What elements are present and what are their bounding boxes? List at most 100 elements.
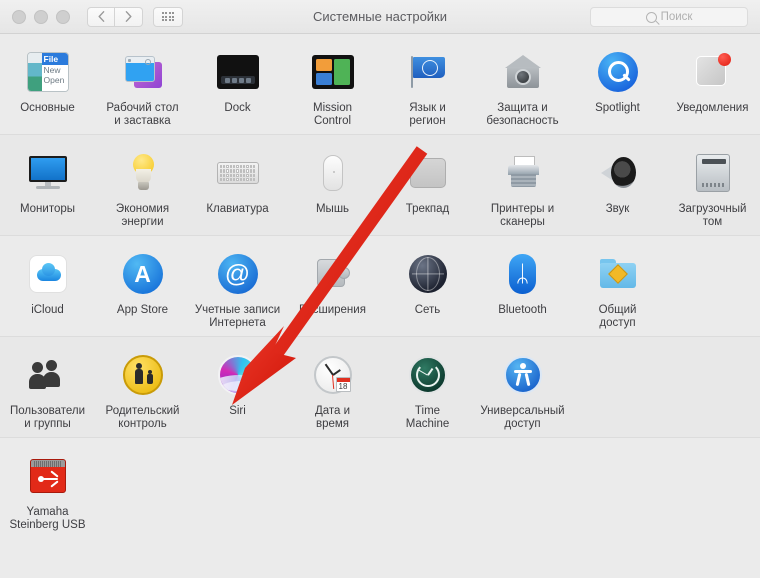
accessibility-icon — [499, 351, 547, 399]
search-icon — [645, 11, 657, 23]
pref-pane-energy-saver[interactable]: Экономия энергии — [95, 145, 190, 229]
navigation-buttons — [87, 6, 143, 27]
pref-pane-yamaha-steinberg-usb[interactable]: Yamaha Steinberg USB — [0, 448, 95, 532]
calendar-page: 18 — [335, 377, 351, 392]
close-button[interactable] — [12, 9, 26, 24]
pref-pane-label: Spotlight — [595, 102, 640, 114]
displays-icon — [24, 149, 72, 197]
pref-pane-startup-disk[interactable]: Загрузочный том — [665, 145, 760, 229]
pref-pane-general[interactable]: File New Open Основные — [0, 44, 95, 128]
siri-icon — [214, 351, 262, 399]
pref-pane-label: Пользователи и группы — [9, 405, 86, 430]
pref-pane-security-privacy[interactable]: Защита и безопасность — [475, 44, 570, 128]
chevron-left-icon — [98, 11, 104, 22]
yamaha-usb-icon — [24, 452, 72, 500]
bluetooth-icon: ᛦ — [499, 250, 547, 298]
pref-pane-label: Уведомления — [676, 102, 749, 114]
parental-controls-icon — [119, 351, 167, 399]
sound-icon — [594, 149, 642, 197]
minimize-button[interactable] — [34, 9, 48, 24]
notifications-icon — [689, 48, 737, 96]
pref-pane-desktop-screensaver[interactable]: Рабочий стол и заставка — [95, 44, 190, 128]
icloud-icon — [24, 250, 72, 298]
notification-badge — [717, 53, 731, 66]
system-preferences-window: Системные настройки Поиск File New Open — [0, 0, 760, 578]
pref-pane-keyboard[interactable]: Клавиатура — [190, 145, 285, 229]
app-store-icon: A — [119, 250, 167, 298]
pref-pane-trackpad[interactable]: Трекпад — [380, 145, 475, 229]
pref-pane-displays[interactable]: Мониторы — [0, 145, 95, 229]
pref-pane-label: Dock — [224, 102, 251, 114]
row-internet: iCloud A App Store @ Учетные записи Инте… — [0, 236, 760, 337]
zoom-button[interactable] — [56, 9, 70, 24]
search-placeholder: Поиск — [660, 11, 693, 23]
general-icon: File New Open — [24, 48, 72, 96]
pref-pane-label: Учетные записи Интернета — [194, 304, 281, 329]
general-icon-item1: New — [43, 65, 61, 75]
row-hardware: Мониторы Экономия энергии Клавиатура Мыш… — [0, 135, 760, 236]
pref-pane-language-region[interactable]: Язык и регион — [380, 44, 475, 128]
pref-pane-notifications[interactable]: Уведомления — [665, 44, 760, 128]
at-glyph: @ — [217, 254, 258, 294]
keyboard-icon — [214, 149, 262, 197]
pref-pane-label: Клавиатура — [206, 203, 269, 215]
show-all-button[interactable] — [153, 6, 183, 27]
pref-pane-internet-accounts[interactable]: @ Учетные записи Интернета — [190, 246, 285, 330]
time-machine-icon — [404, 351, 452, 399]
forward-button[interactable] — [115, 6, 143, 27]
pref-pane-bluetooth[interactable]: ᛦ Bluetooth — [475, 246, 570, 330]
mission-control-icon — [309, 48, 357, 96]
pref-pane-sharing[interactable]: Общий доступ — [570, 246, 665, 330]
pref-pane-siri[interactable]: Siri — [190, 347, 285, 431]
search-field[interactable]: Поиск — [590, 7, 748, 27]
pref-pane-label: Расширения — [299, 304, 366, 316]
row-personal: File New Open Основные Рабочий стол и за… — [0, 34, 760, 135]
pref-pane-label: Принтеры и сканеры — [490, 203, 555, 228]
pref-pane-label: Дата и время — [314, 405, 351, 430]
traffic-lights — [12, 9, 70, 24]
date-time-icon: 18 — [309, 351, 357, 399]
pref-pane-users-groups[interactable]: Пользователи и группы — [0, 347, 95, 431]
pref-pane-label: Сеть — [414, 304, 441, 316]
pref-pane-network[interactable]: Сеть — [380, 246, 475, 330]
pref-pane-label: Универсальный доступ — [480, 405, 565, 430]
printers-scanners-icon — [499, 149, 547, 197]
pref-pane-label: Родительский контроль — [105, 405, 180, 430]
pref-pane-label: Siri — [229, 405, 246, 417]
app-store-glyph: A — [122, 254, 163, 294]
extensions-icon — [309, 250, 357, 298]
calendar-day: 18 — [338, 382, 348, 391]
pref-pane-icloud[interactable]: iCloud — [0, 246, 95, 330]
preferences-grid: File New Open Основные Рабочий стол и за… — [0, 34, 760, 577]
pref-pane-label: Mission Control — [313, 102, 352, 127]
pref-pane-printers-scanners[interactable]: Принтеры и сканеры — [475, 145, 570, 229]
pref-pane-dock[interactable]: Dock — [190, 44, 285, 128]
desktop-screensaver-icon — [119, 48, 167, 96]
pref-pane-date-time[interactable]: 18 Дата и время — [285, 347, 380, 431]
pref-pane-spotlight[interactable]: Spotlight — [570, 44, 665, 128]
pref-pane-label: Трекпад — [405, 203, 450, 215]
pref-pane-mission-control[interactable]: Mission Control — [285, 44, 380, 128]
pref-pane-label: Защита и безопасность — [486, 102, 559, 127]
pref-pane-time-machine[interactable]: Time Machine — [380, 347, 475, 431]
pref-pane-app-store[interactable]: A App Store — [95, 246, 190, 330]
pref-pane-parental-controls[interactable]: Родительский контроль — [95, 347, 190, 431]
mouse-icon — [309, 149, 357, 197]
network-icon — [404, 250, 452, 298]
pref-pane-sound[interactable]: Звук — [570, 145, 665, 229]
back-button[interactable] — [87, 6, 115, 27]
pref-pane-label: Звук — [605, 203, 630, 215]
language-region-icon — [404, 48, 452, 96]
pref-pane-label: App Store — [116, 304, 169, 316]
pref-pane-label: Основные — [20, 102, 75, 114]
pref-pane-label: Мышь — [315, 203, 350, 215]
pref-pane-accessibility[interactable]: Универсальный доступ — [475, 347, 570, 431]
dock-icon — [214, 48, 262, 96]
general-icon-menu: File — [41, 53, 68, 65]
pref-pane-extensions[interactable]: Расширения — [285, 246, 380, 330]
energy-saver-icon — [119, 149, 167, 197]
window-toolbar: Системные настройки Поиск — [0, 0, 760, 34]
general-icon-item2: Open — [43, 75, 65, 85]
pref-pane-mouse[interactable]: Мышь — [285, 145, 380, 229]
internet-accounts-icon: @ — [214, 250, 262, 298]
